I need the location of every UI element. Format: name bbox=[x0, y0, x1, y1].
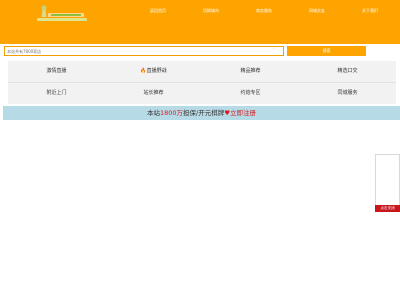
category-item[interactable]: 同城服务 bbox=[299, 83, 396, 104]
category-label: 同城服务 bbox=[337, 90, 358, 96]
category-item[interactable]: 精选口交 bbox=[299, 61, 396, 82]
nav-switch-city[interactable]: 切换城市 bbox=[203, 8, 219, 14]
category-label: 站长推荐 bbox=[143, 90, 164, 96]
category-item[interactable]: 附近上门 bbox=[8, 83, 105, 104]
category-label: 约炮专区 bbox=[240, 90, 261, 96]
category-label: 精品推荐 bbox=[240, 68, 261, 74]
nav-about-us[interactable]: 关于我们 bbox=[362, 8, 378, 14]
category-item[interactable]: 🔥直播野战 bbox=[105, 61, 202, 82]
banner-middle: 担保/开元棋牌 bbox=[183, 109, 225, 117]
category-label: 激情直播 bbox=[46, 68, 67, 74]
category-grid: 激情直播 🔥直播野战 精品推荐 精选口交 附近上门 站长推荐 约炮专区 同城服务 bbox=[8, 61, 396, 104]
site-logo[interactable] bbox=[36, 4, 88, 22]
category-item[interactable]: 站长推荐 bbox=[105, 83, 202, 104]
promo-banner[interactable]: 本站1800万担保/开元棋牌♥立即注册 bbox=[3, 106, 400, 120]
banner-prefix: 本站 bbox=[146, 109, 160, 117]
category-label: 直播野战 bbox=[146, 68, 167, 74]
register-link[interactable]: 立即注册 bbox=[230, 109, 256, 117]
category-label: 附近上门 bbox=[46, 90, 67, 96]
category-item[interactable]: 约炮专区 bbox=[202, 83, 299, 104]
category-item[interactable]: 精品推荐 bbox=[202, 61, 299, 82]
header: 返回首页 切换城市 商务服务 同城交友 关于我们 bbox=[0, 0, 400, 44]
nav-home[interactable]: 返回首页 bbox=[150, 8, 166, 14]
category-item[interactable]: 激情直播 bbox=[8, 61, 105, 82]
nav-business-services[interactable]: 商务服务 bbox=[256, 8, 272, 14]
search-button[interactable]: 搜索 bbox=[287, 46, 366, 56]
category-label: 精选口交 bbox=[337, 68, 358, 74]
banner-highlight: 1800万 bbox=[159, 109, 183, 117]
search-input[interactable] bbox=[4, 46, 284, 56]
floating-ad[interactable] bbox=[375, 154, 400, 212]
nav-local-dating[interactable]: 同城交友 bbox=[309, 8, 325, 14]
floating-ad-close-button[interactable]: 点击关闭 bbox=[375, 205, 400, 212]
